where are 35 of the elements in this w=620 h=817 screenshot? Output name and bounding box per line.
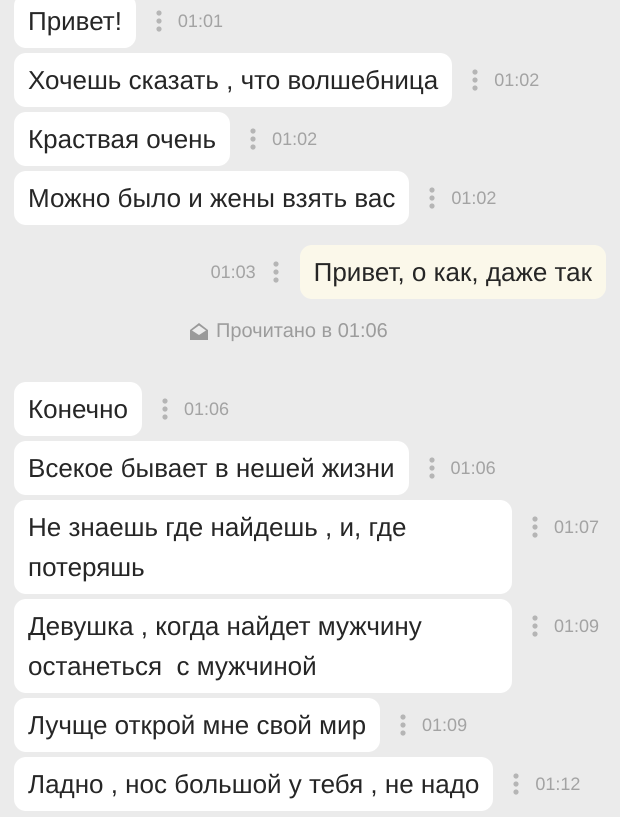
message-bubble: Привет, о как, даже так [300,245,606,299]
message-bubble: Ладно , нос большой у тебя , не надо [14,757,494,811]
vertical-dots-icon[interactable] [162,398,168,420]
message-bubble: Хочешь сказать , что волшебница [14,53,452,107]
vertical-dots-icon[interactable] [156,10,162,32]
vertical-dots-icon[interactable] [532,615,538,637]
message-time: 01:02 [494,70,540,90]
message-time: 01:06 [184,398,229,420]
message-bubble: Всекое бывает в нешей жизни [14,441,409,495]
envelope-icon [190,322,208,340]
message-time: 01:02 [451,188,496,208]
message-bubble: Привет! [14,0,136,48]
read-status: Прочитано в 01:06 [216,319,388,343]
message-time: 01:09 [554,616,600,636]
message-time: 01:09 [422,714,468,736]
vertical-dots-icon[interactable] [472,69,478,91]
vertical-dots-icon[interactable] [429,187,436,209]
message-bubble: Конечно [14,382,142,436]
message-bubble: Лучще открой мне свой мир [14,698,380,752]
vertical-dots-icon[interactable] [532,516,538,538]
message-time: 01:12 [535,774,580,794]
vertical-dots-icon[interactable] [272,261,279,283]
message-time: 01:03 [210,262,256,282]
message-time: 01:06 [450,458,496,478]
message-bubble: Не знаешь где найдешь , и, где потеряшь [14,500,512,594]
message-time: 01:01 [178,10,223,32]
vertical-dots-icon[interactable] [428,457,435,479]
message-bubble: Девушка , когда найдет мужчину останеться с мужчиной [14,599,512,693]
message-bubble: Краствая очень [14,112,230,166]
message-bubble: Можно было и жены взять вас [14,171,410,225]
vertical-dots-icon[interactable] [513,773,520,795]
vertical-dots-icon[interactable] [400,714,406,736]
vertical-dots-icon[interactable] [250,128,256,150]
message-time: 01:02 [272,128,318,150]
message-time: 01:07 [554,516,600,538]
